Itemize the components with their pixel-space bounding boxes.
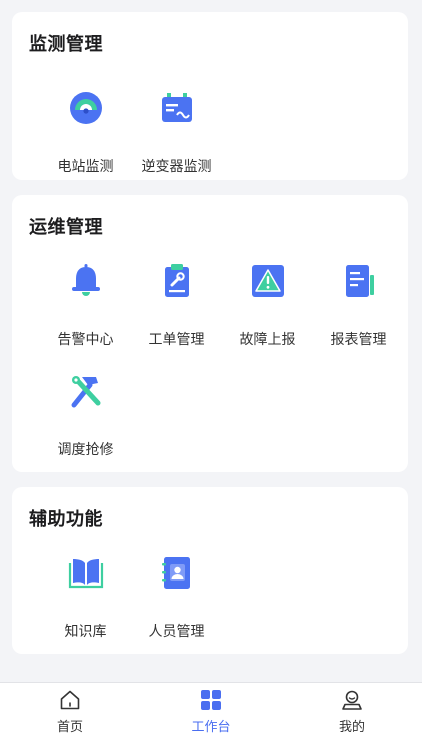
section-title-operations: 运维管理 bbox=[29, 217, 103, 238]
section-operations: 运维管理 告警中心 工单管理 故障上报 报表管理 调度抢修 bbox=[12, 195, 408, 472]
contacts-icon bbox=[162, 557, 190, 589]
inverter-icon bbox=[162, 93, 192, 122]
tab-home[interactable]: 首页 bbox=[0, 683, 140, 750]
gauge-icon bbox=[70, 92, 102, 124]
item-dispatch-repair[interactable]: 调度抢修 bbox=[40, 369, 131, 469]
book-icon bbox=[68, 559, 104, 589]
tab-label: 工作台 bbox=[191, 720, 231, 735]
item-knowledge-base[interactable]: 知识库 bbox=[40, 551, 131, 651]
item-station-monitoring[interactable]: 电站监测 bbox=[40, 86, 131, 186]
item-label: 人员管理 bbox=[148, 624, 205, 640]
item-label: 逆变器监测 bbox=[141, 159, 212, 175]
section-auxiliary: 辅助功能 知识库 人员管理 bbox=[12, 487, 408, 654]
item-label: 故障上报 bbox=[239, 332, 296, 348]
item-label: 调度抢修 bbox=[57, 442, 114, 458]
section-title-auxiliary: 辅助功能 bbox=[29, 509, 103, 530]
item-label: 告警中心 bbox=[57, 332, 114, 348]
tab-label: 我的 bbox=[338, 720, 365, 735]
tools-icon bbox=[71, 376, 101, 408]
bell-icon bbox=[72, 264, 100, 296]
item-label: 报表管理 bbox=[330, 332, 387, 348]
clipboard-wrench-icon bbox=[165, 264, 189, 297]
report-icon bbox=[346, 265, 374, 297]
home-icon bbox=[60, 690, 80, 710]
tab-mine[interactable]: 我的 bbox=[282, 683, 422, 750]
workbench-content: 监测管理 电站监测 逆变器监测 运维管理 告警中心 工单管理 故障上报 报表管理… bbox=[0, 0, 422, 682]
bottom-tab-bar: 首页 工作台 我的 bbox=[0, 682, 422, 750]
warning-icon bbox=[252, 265, 284, 297]
tab-label: 首页 bbox=[56, 720, 83, 735]
item-work-orders[interactable]: 工单管理 bbox=[131, 259, 222, 359]
item-label: 知识库 bbox=[64, 624, 107, 640]
item-inverter-monitoring[interactable]: 逆变器监测 bbox=[131, 86, 222, 186]
item-alarm-center[interactable]: 告警中心 bbox=[40, 259, 131, 359]
workbench-icon bbox=[201, 690, 221, 710]
item-report-management[interactable]: 报表管理 bbox=[313, 259, 404, 359]
item-fault-report[interactable]: 故障上报 bbox=[222, 259, 313, 359]
item-label: 工单管理 bbox=[148, 332, 205, 348]
user-icon bbox=[342, 690, 362, 710]
tab-workbench[interactable]: 工作台 bbox=[141, 683, 281, 750]
item-personnel-management[interactable]: 人员管理 bbox=[131, 551, 222, 651]
item-label: 电站监测 bbox=[57, 159, 114, 175]
section-title-monitoring: 监测管理 bbox=[29, 34, 103, 55]
section-monitoring: 监测管理 电站监测 逆变器监测 bbox=[12, 12, 408, 180]
